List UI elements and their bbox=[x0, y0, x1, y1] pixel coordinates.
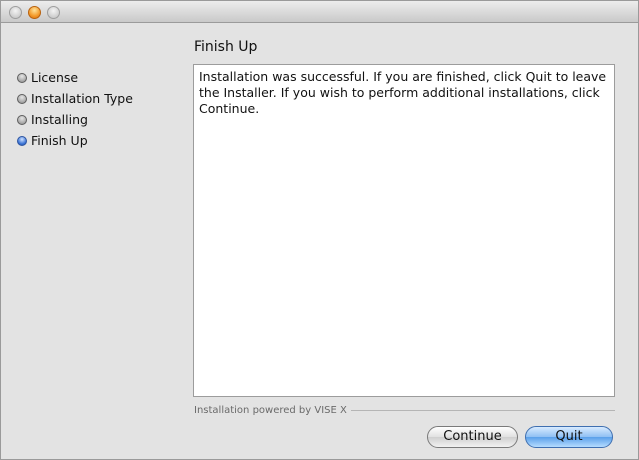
step-installing: Installing bbox=[17, 109, 177, 130]
continue-button[interactable]: Continue bbox=[427, 426, 518, 448]
pane-title: Finish Up bbox=[194, 39, 258, 55]
quit-button[interactable]: Quit bbox=[525, 426, 613, 448]
close-button[interactable] bbox=[9, 6, 22, 19]
success-message: Installation was successful. If you are … bbox=[199, 69, 607, 116]
step-label: License bbox=[31, 70, 79, 85]
powered-by-footer: Installation powered by VISE X bbox=[194, 403, 615, 417]
step-label: Installation Type bbox=[31, 91, 133, 106]
message-panel: Installation was successful. If you are … bbox=[193, 64, 615, 397]
step-bullet-icon bbox=[17, 94, 27, 104]
installer-window: License Installation Type Installing Fin… bbox=[0, 0, 639, 460]
step-bullet-icon bbox=[17, 73, 27, 83]
step-finish-up: Finish Up bbox=[17, 130, 177, 151]
minimize-button[interactable] bbox=[28, 6, 41, 19]
installer-steps: License Installation Type Installing Fin… bbox=[17, 67, 177, 151]
title-bar[interactable] bbox=[1, 1, 638, 23]
active-step-bullet-icon bbox=[17, 136, 27, 146]
powered-by-label: Installation powered by VISE X bbox=[194, 404, 347, 416]
zoom-button[interactable] bbox=[47, 6, 60, 19]
footer-divider bbox=[350, 409, 615, 411]
step-license: License bbox=[17, 67, 177, 88]
step-bullet-icon bbox=[17, 115, 27, 125]
step-installation-type: Installation Type bbox=[17, 88, 177, 109]
step-label: Installing bbox=[31, 112, 88, 127]
step-label: Finish Up bbox=[31, 133, 88, 148]
